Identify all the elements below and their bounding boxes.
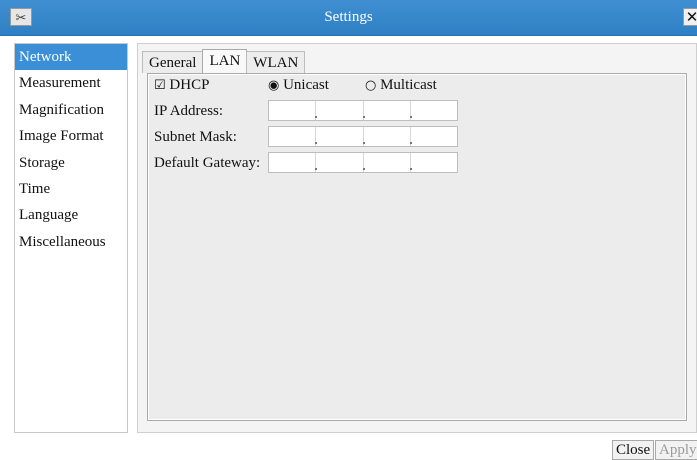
sidebar-item-miscellaneous[interactable]: Miscellaneous bbox=[15, 229, 127, 255]
close-window-button[interactable]: ✕ bbox=[683, 8, 697, 26]
ip-address-label: IP Address: bbox=[154, 103, 224, 119]
checkbox-checked-icon: ☑ bbox=[154, 78, 166, 93]
unicast-label: Unicast bbox=[283, 77, 329, 93]
radio-unselected-icon: ○ bbox=[365, 78, 377, 93]
tab-general[interactable]: General bbox=[142, 51, 204, 73]
dhcp-label: DHCP bbox=[169, 77, 210, 93]
title-bar: ✂ Settings ✕ bbox=[0, 0, 697, 36]
tab-lan[interactable]: LAN bbox=[202, 49, 248, 73]
unicast-radio[interactable]: ◉ Unicast bbox=[268, 77, 329, 94]
radio-selected-icon: ◉ bbox=[268, 78, 280, 93]
multicast-label: Multicast bbox=[380, 77, 437, 93]
subnet-mask-input[interactable] bbox=[268, 126, 458, 147]
window-title: Settings bbox=[324, 9, 373, 25]
sidebar-item-network[interactable]: Network bbox=[15, 44, 127, 71]
apply-button[interactable]: Apply bbox=[655, 440, 697, 460]
sidebar-item-storage[interactable]: Storage bbox=[15, 150, 127, 176]
default-gateway-label: Default Gateway: bbox=[154, 155, 261, 171]
multicast-radio[interactable]: ○ Multicast bbox=[365, 77, 437, 94]
dhcp-checkbox[interactable]: ☑ DHCP bbox=[154, 77, 209, 94]
sidebar-item-time[interactable]: Time bbox=[15, 176, 127, 202]
sidebar-item-measurement[interactable]: Measurement bbox=[15, 70, 127, 96]
sidebar-item-magnification[interactable]: Magnification bbox=[15, 97, 127, 123]
settings-content: General LAN WLAN ☑ DHCP ◉ Unicast ○ Mult… bbox=[137, 43, 697, 433]
ip-address-input[interactable] bbox=[268, 100, 458, 121]
lan-panel: ☑ DHCP ◉ Unicast ○ Multicast IP Address:… bbox=[147, 73, 687, 421]
sidebar-item-language[interactable]: Language bbox=[15, 202, 127, 228]
tab-wlan[interactable]: WLAN bbox=[246, 51, 306, 73]
tab-bar: General LAN WLAN bbox=[142, 49, 306, 73]
sidebar-item-image-format[interactable]: Image Format bbox=[15, 123, 127, 149]
subnet-mask-label: Subnet Mask: bbox=[154, 129, 237, 145]
settings-sidebar: Network Measurement Magnification Image … bbox=[14, 43, 128, 433]
default-gateway-input[interactable] bbox=[268, 152, 458, 173]
close-button[interactable]: Close bbox=[612, 440, 655, 460]
